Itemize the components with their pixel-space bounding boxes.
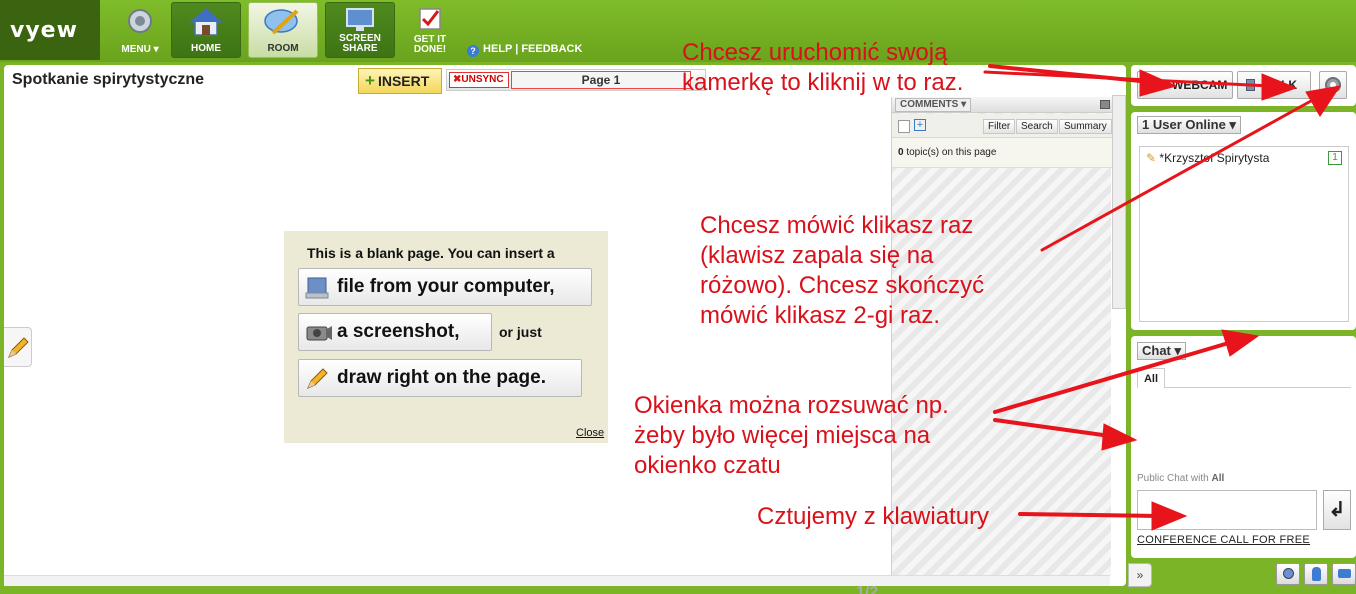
logo-text: vyew: [10, 18, 78, 43]
users-view-button[interactable]: [1304, 563, 1328, 585]
drawing-tools-tab[interactable]: [4, 327, 32, 367]
top-toolbar: vyew MENU ▾ HOME ROOM SCREEN SHARE GET I…: [0, 0, 1356, 62]
unsync-button[interactable]: ✖UNSYNC: [449, 72, 509, 88]
monitor-icon: [346, 8, 374, 31]
annotation-webcam: Chcesz uruchomić swoją kamerkę to klikni…: [682, 39, 964, 96]
close-link[interactable]: Close: [576, 427, 604, 439]
vyew-logo[interactable]: vyew: [0, 0, 100, 60]
help-feedback-link[interactable]: ? HELP | FEEDBACK: [467, 43, 582, 57]
comments-toolbar: + Filter Search Summary: [892, 114, 1112, 138]
minimize-icon[interactable]: [1100, 100, 1110, 109]
blank-page-title: This is a blank page. You can insert a: [307, 245, 555, 261]
room-button[interactable]: ROOM: [248, 2, 318, 58]
plus-icon: +: [365, 71, 375, 90]
chat-bubble-icon: [1338, 569, 1351, 578]
or-just-text: or just: [499, 324, 542, 340]
annotation-resize: Okienka można rozsuwać np. żeby było wię…: [634, 392, 949, 479]
vertical-scrollbar[interactable]: [1112, 95, 1126, 309]
webcam-button[interactable]: WEBCAM: [1137, 71, 1233, 99]
menu-label: MENU ▾: [121, 44, 159, 55]
search-button[interactable]: Search: [1016, 119, 1058, 134]
room-title: Spotkanie spirytystyczne: [12, 71, 205, 88]
annotation-talk: Chcesz mówić klikasz raz (klawisz zapala…: [700, 212, 985, 329]
get-it-done-button[interactable]: GET IT DONE!: [404, 2, 456, 58]
house-icon: [189, 8, 223, 36]
user-badge: 1: [1328, 151, 1342, 165]
summary-button[interactable]: Summary: [1059, 119, 1112, 134]
collapse-panel-button[interactable]: »: [1128, 563, 1152, 587]
insert-screenshot-button[interactable]: a screenshot,: [298, 313, 492, 351]
expand-all-icon[interactable]: +: [914, 119, 926, 131]
chat-panel: Chat ▾ All Public Chat with All ↲ CONFER…: [1131, 336, 1356, 558]
list-item[interactable]: ✎ *Krzysztof Spirytysta: [1146, 151, 1269, 165]
insert-file-button[interactable]: file from your computer,: [298, 268, 592, 306]
media-panel: WEBCAM TALK: [1131, 65, 1356, 106]
menu-button[interactable]: MENU ▾: [116, 2, 164, 58]
annotation-keyboard: Cztujemy z klawiatury: [757, 503, 990, 530]
horizontal-scrollbar[interactable]: [4, 575, 1110, 586]
public-chat-label: Public Chat with All: [1137, 473, 1225, 484]
talk-button[interactable]: TALK: [1237, 71, 1311, 99]
pencil-icon: [8, 337, 29, 358]
insert-button[interactable]: + INSERT: [358, 68, 442, 94]
room-icon: [264, 9, 299, 35]
pencil-icon: [307, 368, 328, 389]
pencil-icon: ✎: [1146, 151, 1157, 165]
comments-header: COMMENTS ▾: [892, 97, 1112, 113]
checklist-icon: [419, 8, 441, 30]
room-label: ROOM: [267, 43, 299, 54]
divider: [1165, 387, 1351, 388]
comments-tab[interactable]: COMMENTS ▾: [895, 98, 972, 112]
users-panel: 1 User Online ▾ ✎ *Krzysztof Spirytysta …: [1131, 112, 1356, 330]
chat-tab-all[interactable]: All: [1137, 368, 1165, 388]
home-button[interactable]: HOME: [171, 2, 241, 58]
send-button[interactable]: ↲: [1323, 490, 1351, 530]
topics-count: 0 topic(s) on this page: [892, 138, 1112, 168]
webcam-icon: [1283, 568, 1294, 579]
users-online-dropdown[interactable]: 1 User Online ▾: [1137, 116, 1241, 134]
page-select[interactable]: Page 1: [511, 71, 691, 89]
home-label: HOME: [191, 43, 221, 54]
conference-call-link[interactable]: CONFERENCE CALL FOR FREE: [1137, 534, 1310, 546]
hard-drive-icon: [305, 277, 329, 299]
camera-icon: [306, 326, 332, 341]
chat-input[interactable]: [1137, 490, 1317, 530]
chat-dropdown[interactable]: Chat ▾: [1137, 342, 1187, 360]
screen-share-label: SCREEN SHARE: [339, 33, 381, 54]
user-icon: [1312, 567, 1321, 581]
user-list: ✎ *Krzysztof Spirytysta 1: [1139, 146, 1349, 322]
chat-view-button[interactable]: [1332, 563, 1356, 585]
blank-page-dialog: This is a blank page. You can insert a f…: [284, 231, 608, 443]
media-settings-button[interactable]: [1319, 71, 1347, 99]
screen-share-button[interactable]: SCREEN SHARE: [325, 2, 395, 58]
webcam-view-button[interactable]: [1276, 563, 1300, 585]
get-it-done-label: GET IT DONE!: [413, 34, 447, 55]
gear-icon: [1325, 77, 1341, 93]
microphone-icon: [1246, 79, 1255, 91]
page-navigator: ✖UNSYNC Page 1: [446, 69, 706, 91]
draw-on-page-button[interactable]: draw right on the page.: [298, 359, 582, 397]
gear-icon: [128, 9, 152, 33]
help-icon: ?: [467, 45, 479, 57]
new-comment-icon[interactable]: [898, 120, 910, 133]
filter-button[interactable]: Filter: [983, 119, 1016, 134]
